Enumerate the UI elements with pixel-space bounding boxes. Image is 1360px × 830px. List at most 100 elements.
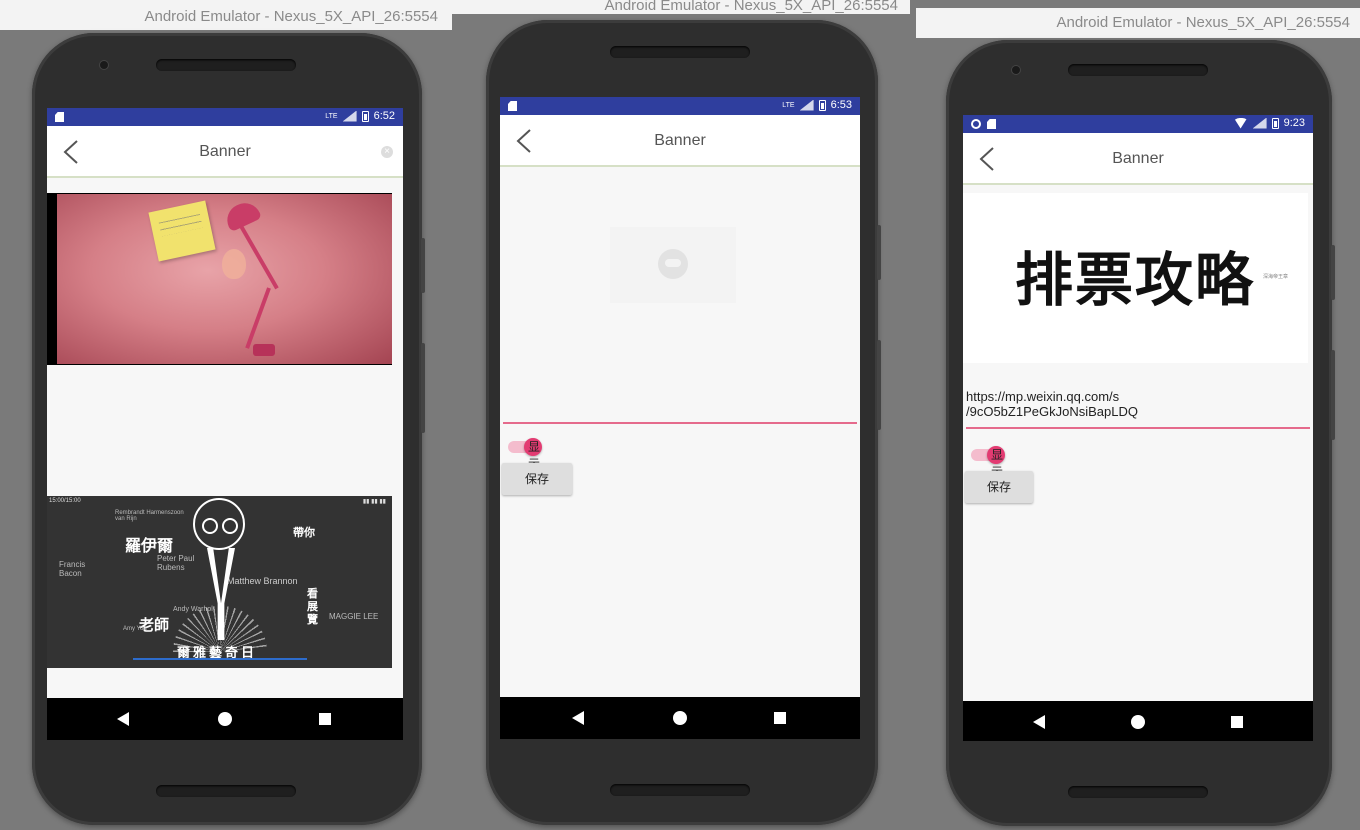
- signal-icon: [799, 99, 814, 111]
- earpiece-speaker: [156, 59, 296, 71]
- word: Francis Bacon: [59, 560, 86, 578]
- word: MAGGIE LEE: [329, 612, 379, 621]
- show-toggle[interactable]: 显示: [508, 438, 542, 471]
- word: Amy Yoa: [123, 626, 147, 632]
- navigation-bar: [47, 698, 403, 740]
- nav-home-icon[interactable]: [1131, 715, 1145, 729]
- battery-icon: [1271, 117, 1279, 129]
- status-bar: LTE 6:52: [47, 108, 403, 126]
- word: Matthew Brannon: [227, 576, 298, 586]
- power-button[interactable]: [1331, 245, 1335, 300]
- phone-screen: LTE 6:52 Banner × 15:00/15:00 ▮▮ ▮▮ ▮▮ R…: [47, 108, 403, 740]
- front-camera: [1012, 66, 1020, 74]
- battery-icon: [818, 99, 826, 111]
- window-titlebar[interactable]: Android Emulator - Nexus_5X_API_26:5554: [916, 8, 1360, 38]
- status-time: 9:23: [1283, 117, 1305, 129]
- page-title: Banner: [199, 143, 251, 160]
- power-button[interactable]: [421, 238, 425, 293]
- window-title: Android Emulator - Nexus_5X_API_26:5554: [1056, 14, 1350, 31]
- earpiece-speaker: [610, 46, 750, 58]
- url-input[interactable]: https://mp.weixin.qq.com/s /9cO5bZ1PeGkJ…: [966, 389, 1310, 429]
- placeholder-avatar-icon: [658, 249, 688, 279]
- app-bar: Banner: [963, 133, 1313, 185]
- window-titlebar[interactable]: Android Emulator - Nexus_5X_API_26:5554: [0, 0, 452, 30]
- url-line: /9cO5bZ1PeGkJoNsiBapLDQ: [966, 404, 1138, 419]
- nav-home-icon[interactable]: [218, 712, 232, 726]
- network-label: LTE: [782, 101, 795, 109]
- phone-body: LTE 6:53 Banner 显示 保存: [486, 20, 881, 825]
- desk-lamp-arm: [239, 225, 279, 290]
- page-title: Banner: [1112, 150, 1164, 167]
- video-controls-icon: ▮▮ ▮▮ ▮▮: [362, 499, 386, 505]
- battery-icon: [361, 110, 369, 122]
- banner-image-2[interactable]: 15:00/15:00 ▮▮ ▮▮ ▮▮ Rembrandt Harmenszo…: [47, 496, 392, 668]
- nav-back-icon[interactable]: [572, 711, 584, 725]
- banner-headline: 排票攻略: [1015, 246, 1256, 314]
- phone-screen: LTE 6:53 Banner 显示 保存: [500, 97, 860, 739]
- signal-icon: [342, 110, 357, 122]
- save-button[interactable]: 保存: [965, 471, 1033, 503]
- sd-card-icon: [508, 101, 517, 111]
- save-button[interactable]: 保存: [502, 463, 572, 495]
- window-title: Android Emulator - Nexus_5X_API_26:5554: [144, 8, 438, 25]
- phone-body: 9:23 Banner 排票攻略 深海帝王章 https://mp.weixin…: [946, 40, 1335, 826]
- banner-image-1[interactable]: [47, 193, 392, 365]
- power-button[interactable]: [877, 225, 881, 280]
- url-input[interactable]: [503, 422, 857, 424]
- desk-lamp-arm: [245, 287, 271, 349]
- glasses-icon: [222, 518, 238, 534]
- window-titlebar[interactable]: Android Emulator - Nexus_5X_API_26:5554: [452, 0, 910, 14]
- status-time: 6:52: [373, 110, 395, 122]
- word: 羅伊爾: [125, 538, 174, 555]
- word: 看展覽: [307, 588, 318, 626]
- status-time: 6:53: [830, 99, 852, 111]
- bottom-speaker: [1068, 786, 1208, 798]
- nav-back-icon[interactable]: [117, 712, 129, 726]
- word: Rembrandt Harmenszoon van Rijn: [115, 510, 184, 522]
- cartoon-face-graphic: [193, 498, 245, 550]
- phone-screen: 9:23 Banner 排票攻略 深海帝王章 https://mp.weixin…: [963, 115, 1313, 741]
- nav-home-icon[interactable]: [673, 711, 687, 725]
- image-placeholder: [610, 227, 736, 303]
- app-bar: Banner: [500, 115, 860, 167]
- divider: [133, 658, 307, 660]
- page-title: Banner: [654, 132, 706, 149]
- volume-button[interactable]: [421, 343, 425, 433]
- url-line: https://mp.weixin.qq.com/s: [966, 389, 1120, 404]
- sticky-note-graphic: [148, 200, 216, 262]
- desk-lamp-base: [253, 344, 275, 356]
- word: 帶你: [293, 527, 315, 539]
- navigation-bar: [963, 701, 1313, 741]
- emulator-window-2: Android Emulator - Nexus_5X_API_26:5554 …: [452, 0, 910, 830]
- status-bar: 9:23: [963, 115, 1313, 133]
- signal-icon: [1252, 117, 1267, 129]
- glasses-icon: [202, 518, 218, 534]
- show-toggle[interactable]: 显示: [971, 446, 1005, 479]
- volume-button[interactable]: [877, 340, 881, 430]
- close-icon[interactable]: ×: [381, 146, 393, 158]
- banner-caption: 深海帝王章: [1262, 274, 1288, 280]
- bottom-speaker: [156, 785, 296, 797]
- heart-balloon-graphic: [222, 249, 246, 279]
- emulator-window-1: Android Emulator - Nexus_5X_API_26:5554 …: [0, 0, 452, 830]
- earpiece-speaker: [1068, 64, 1208, 76]
- nav-recents-icon[interactable]: [1231, 716, 1243, 728]
- word: Peter Paul Rubens: [157, 554, 195, 572]
- front-camera: [100, 61, 108, 69]
- nav-recents-icon[interactable]: [774, 712, 786, 724]
- notification-circle-icon: [971, 119, 981, 129]
- nav-back-icon[interactable]: [1033, 715, 1045, 729]
- sd-card-icon: [55, 112, 64, 122]
- app-bar: Banner ×: [47, 126, 403, 178]
- nav-recents-icon[interactable]: [319, 713, 331, 725]
- banner-image[interactable]: 排票攻略 深海帝王章: [963, 193, 1308, 363]
- network-label: LTE: [325, 112, 338, 120]
- window-title: Android Emulator - Nexus_5X_API_26:5554: [604, 0, 898, 14]
- sd-card-icon: [987, 119, 996, 129]
- emulator-window-3: Android Emulator - Nexus_5X_API_26:5554 …: [910, 0, 1360, 830]
- video-time: 15:00/15:00: [49, 498, 81, 504]
- navigation-bar: [500, 697, 860, 739]
- volume-button[interactable]: [1331, 350, 1335, 440]
- lamp-photo: [57, 194, 392, 364]
- wifi-icon: [1233, 117, 1248, 129]
